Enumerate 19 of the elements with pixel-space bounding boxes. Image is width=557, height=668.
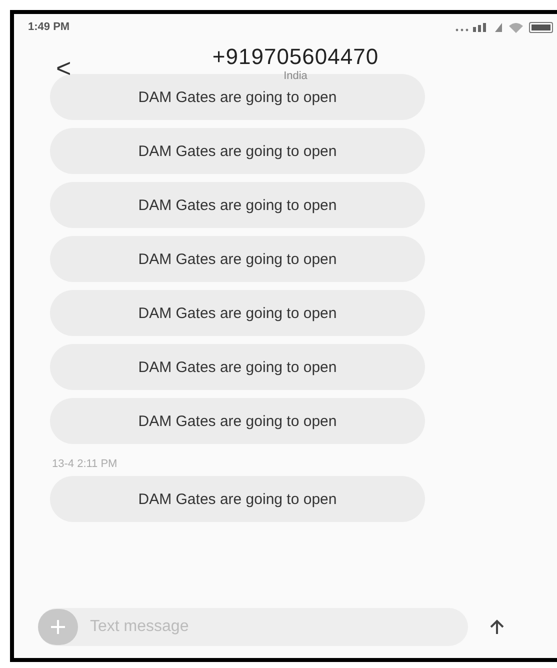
status-time: 1:49 PM: [28, 21, 70, 33]
cell-signal-icon: [495, 22, 503, 32]
message-bubble: DAM Gates are going to open: [50, 476, 425, 522]
contact-country: India: [284, 70, 308, 82]
message-bubble: DAM Gates are going to open: [50, 398, 425, 444]
message-bubble: DAM Gates are going to open: [50, 290, 425, 336]
arrow-up-icon: [488, 618, 506, 636]
message-bubble: DAM Gates are going to open: [50, 182, 425, 228]
message-bubble: DAM Gates are going to open: [50, 236, 425, 282]
message-bubble: DAM Gates are going to open: [50, 344, 425, 390]
message-timestamp: 13-4 2:11 PM: [52, 458, 118, 470]
send-button[interactable]: [488, 618, 506, 636]
message-bubble: DAM Gates are going to open: [50, 128, 425, 174]
back-button[interactable]: <: [50, 52, 78, 84]
signal-icon: [455, 21, 489, 33]
plus-icon: [49, 618, 67, 636]
contact-number: +919705604470: [212, 44, 379, 70]
battery-icon: [529, 22, 553, 32]
wifi-icon: [509, 22, 523, 32]
